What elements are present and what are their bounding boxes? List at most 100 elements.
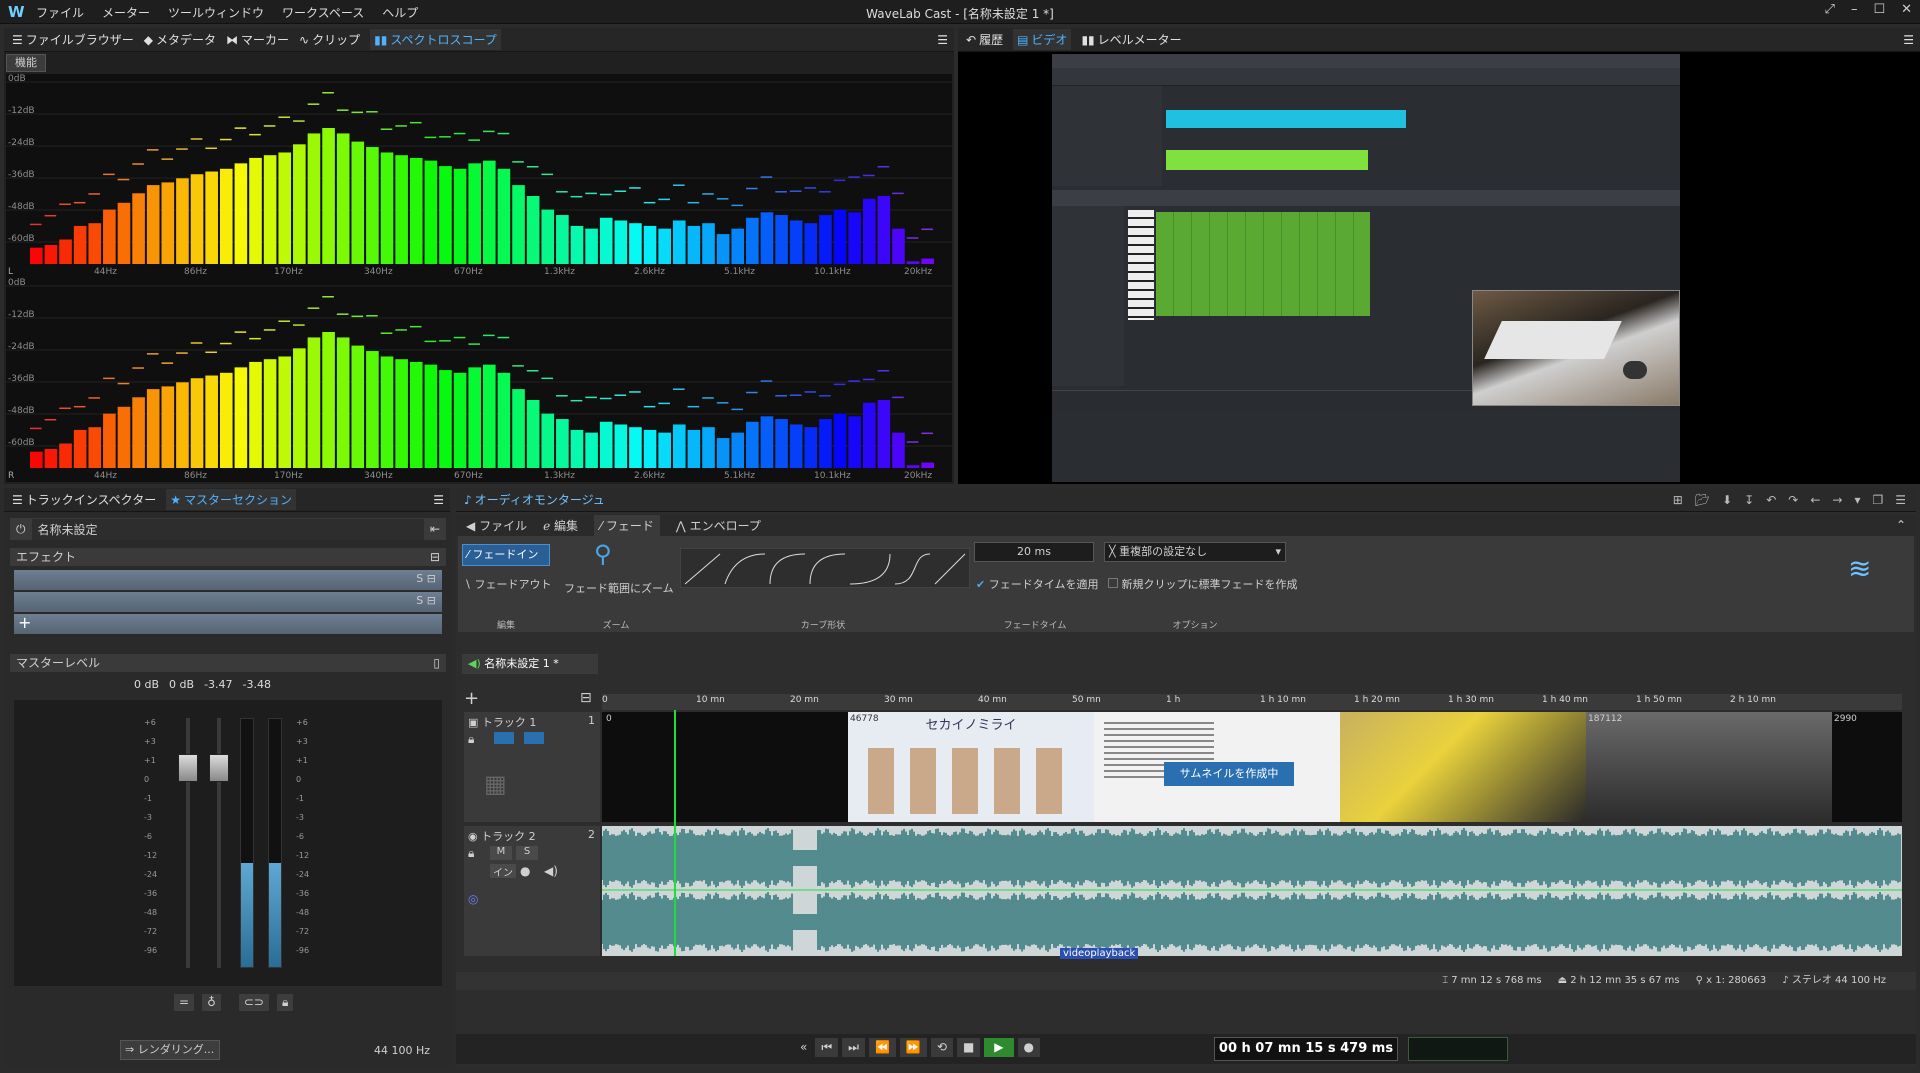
loop-icon[interactable]: ⟲ [930, 1038, 953, 1057]
tab-video[interactable]: ▤ ビデオ [1013, 29, 1072, 50]
tab-level-meter[interactable]: ▮▮ レベルメーター [1081, 31, 1181, 48]
fader-handle-right[interactable] [209, 754, 229, 782]
close-icon[interactable]: ✕ [1901, 2, 1912, 17]
play-icon[interactable]: ▶ [984, 1038, 1014, 1057]
ribbon-tab-envelope[interactable]: ⋀ エンベロープ [676, 517, 761, 534]
panel-menu-icon[interactable]: ☰ [1903, 33, 1914, 47]
input-button[interactable]: イン [490, 864, 516, 879]
dropdown-icon[interactable]: ▾ [1854, 493, 1860, 507]
redo-icon[interactable]: ↷ [1788, 493, 1798, 507]
track-view-icon[interactable]: ⊟ [580, 690, 592, 706]
effect-slot-2[interactable]: S ⊟ [14, 592, 442, 612]
fader-handle-left[interactable] [178, 754, 198, 782]
tab-history[interactable]: ↶ 履歴 [966, 31, 1003, 48]
new-montage-icon[interactable]: ⊞ [1673, 493, 1683, 507]
tab-spectroscope[interactable]: ▮▮ スペクトロスコープ [370, 29, 501, 50]
panel-menu-icon[interactable]: ☰ [937, 33, 948, 47]
collapse-icon[interactable]: ⇤ [430, 522, 440, 536]
dither-icon[interactable]: ♁ [202, 994, 221, 1011]
panel-menu-icon[interactable]: ☰ [1895, 493, 1906, 507]
rewind-icon[interactable]: ⏪ [868, 1038, 896, 1057]
menu-workspace[interactable]: ワークスペース [282, 4, 364, 21]
tab-master-section[interactable]: ★ マスターセクション [166, 489, 296, 510]
peak-hold-mark [59, 203, 71, 206]
add-track-icon[interactable]: + [464, 688, 479, 709]
maximize-icon[interactable]: ☐ [1873, 2, 1885, 17]
collapse-ribbon-icon[interactable]: ⌃ [1896, 518, 1906, 532]
menu-file[interactable]: ファイル [36, 4, 84, 21]
envelope-point-icon[interactable]: ◎ [468, 892, 478, 906]
record-icon[interactable]: ● [520, 864, 530, 878]
fade-out-button[interactable]: ∖ フェードアウト [464, 576, 552, 592]
effect-slot-1[interactable]: S ⊟ [14, 570, 442, 590]
tab-track-inspector[interactable]: ☰ トラックインスペクター [12, 491, 156, 508]
peak-hold-mark [483, 334, 495, 337]
peak-hold-mark [629, 187, 641, 189]
tab-clip[interactable]: ∿ クリップ [299, 31, 360, 48]
menu-help[interactable]: ヘルプ [382, 4, 418, 21]
link-icon[interactable]: = [174, 994, 195, 1011]
lock-icon[interactable]: 🔒︎ [468, 846, 474, 861]
new-clip-fade-checkbox[interactable]: 新規クリップに標準フェードを作成 [1108, 576, 1298, 592]
apply-fade-time-checkbox[interactable]: ✔ フェードタイムを適用 [976, 576, 1099, 592]
power-icon[interactable]: ⏻ [16, 522, 26, 537]
record-icon[interactable]: ● [1017, 1038, 1040, 1057]
tab-metadata[interactable]: ◆ メタデータ [144, 31, 216, 48]
playback-cursor[interactable] [674, 710, 676, 956]
overlap-dropdown[interactable]: ╳ 重複部の設定なし ▾ [1104, 542, 1286, 562]
time-ruler[interactable]: 0 10 mn 20 mn 30 mn 40 mn 50 mn 1 h 1 h 10 mn 1 … [602, 694, 1902, 710]
ribbon-tab-edit[interactable]: ℯ 編集 [543, 517, 578, 534]
save-icon[interactable]: ⬇ [1722, 493, 1732, 507]
effects-menu-icon[interactable]: ⊟ [430, 548, 440, 566]
minimize-icon[interactable]: – [1851, 2, 1858, 17]
video-piano-keys [1128, 210, 1154, 320]
fullscreen-icon[interactable]: ⤢ [1825, 2, 1835, 17]
undo-icon[interactable]: ↶ [1766, 493, 1776, 507]
ruler-label: 50 mn [1072, 695, 1101, 705]
go-start-icon[interactable]: ⏮ [815, 1038, 839, 1057]
lock-icon[interactable]: 🔒︎ [276, 994, 294, 1011]
open-folder-icon[interactable]: 📂︎ [1695, 493, 1710, 507]
restore-icon[interactable]: ❐ [1872, 493, 1883, 507]
peak-hold-mark [263, 329, 276, 331]
volume-icon[interactable]: ◀) [544, 864, 558, 878]
zoom-to-fade-button[interactable]: フェード範囲にズーム [564, 580, 674, 596]
ribbon-tab-file[interactable]: ◀ ファイル [466, 517, 527, 534]
tab-file-browser[interactable]: ☰ ファイルブラウザー [12, 31, 134, 48]
menu-meter[interactable]: メーター [102, 4, 150, 21]
montage-title-tab[interactable]: ♪ オーディオモンタージュ [464, 491, 605, 508]
thumbnail-mode-icon[interactable] [494, 732, 514, 744]
ribbon-tabs: ◀ ファイル ℯ 編集 ⁄ フェード ⋀ エンベロープ ⌃ [456, 514, 1916, 536]
spectrum-bar [760, 416, 774, 468]
lock-icon[interactable]: 🔒︎ [468, 732, 474, 747]
function-button[interactable]: 機能 [6, 54, 46, 72]
document-tab[interactable]: ◀) 名称未設定 1 * [462, 654, 598, 674]
ribbon-tab-fade[interactable]: ⁄ フェード [594, 514, 660, 536]
track2-waveform[interactable] [602, 826, 1902, 956]
mono-icon[interactable]: ⊂⊃ [238, 994, 269, 1011]
add-effect-button[interactable]: + [14, 614, 442, 634]
tab-marker[interactable]: ⧓ マーカー [226, 31, 289, 48]
save-as-icon[interactable]: ↧ [1744, 493, 1754, 507]
track2-name[interactable]: ◉ トラック 2 [468, 828, 536, 844]
zoom-magnifier-icon[interactable]: ⚲ [594, 540, 612, 568]
collapse-transport-icon[interactable]: « [796, 1038, 811, 1057]
menu-tool-window[interactable]: ツールウィンドウ [168, 4, 264, 21]
fast-forward-icon[interactable]: ⏩ [899, 1038, 927, 1057]
timecode-display[interactable]: 00 h 07 mn 15 s 479 ms [1214, 1037, 1398, 1061]
image-mode-icon[interactable] [524, 732, 544, 744]
render-button[interactable]: ⇒ レンダリング... [120, 1040, 220, 1060]
top-right-tabbar: ↶ 履歴 ▤ ビデオ ▮▮ レベルメーター ☰ [958, 28, 1920, 52]
fade-in-button[interactable]: ⁄ フェードイン [462, 544, 550, 566]
track1-name[interactable]: ▣ トラック 1 [468, 714, 536, 730]
back-arrow-icon[interactable]: ← [1810, 493, 1820, 507]
forward-arrow-icon[interactable]: → [1832, 493, 1842, 507]
go-end-icon[interactable]: ⏭ [842, 1038, 865, 1057]
preset-name-field[interactable]: 名称未設定 [31, 518, 424, 540]
fade-time-input[interactable]: 20 ms [974, 542, 1094, 562]
mute-button[interactable]: M [490, 846, 512, 860]
stop-icon[interactable]: ■ [956, 1038, 981, 1057]
master-level-menu-icon[interactable]: ▯ [433, 654, 440, 672]
solo-button[interactable]: S [516, 846, 538, 860]
panel-menu-icon[interactable]: ☰ [433, 493, 444, 507]
